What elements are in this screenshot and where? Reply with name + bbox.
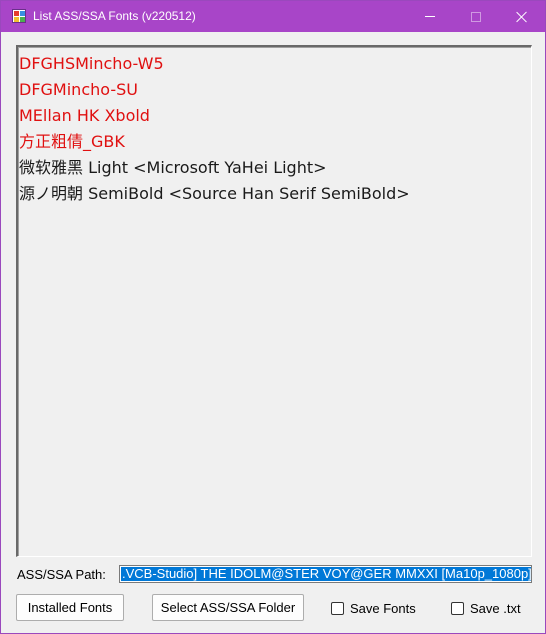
minimize-button[interactable] [407,1,453,32]
save-txt-checkbox-box[interactable] [451,601,464,615]
app-window: List ASS/SSA Fonts (v220512) DFGHSMincho… [0,0,546,634]
font-list-item[interactable]: DFGMincho-SU [19,77,531,103]
installed-fonts-button[interactable]: Installed Fonts [16,594,124,621]
select-folder-label: Select ASS/SSA Folder [160,600,296,615]
font-list-item[interactable]: 源ノ明朝 SemiBold <Source Han Serif SemiBold… [19,181,531,207]
close-icon [516,11,528,23]
save-txt-label: Save .txt [470,600,521,616]
select-folder-button[interactable]: Select ASS/SSA Folder [152,594,304,621]
font-list-item[interactable]: DFGHSMincho-W5 [19,51,531,77]
font-list-item[interactable]: MEllan HK Xbold [19,103,531,129]
minimize-icon [425,16,435,17]
path-input[interactable]: .VCB-Studio] THE IDOLM@STER VOY@GER MMXX… [119,565,532,583]
path-input-selected-text: .VCB-Studio] THE IDOLM@STER VOY@GER MMXX… [121,566,532,581]
font-list: DFGHSMincho-W5 DFGMincho-SU MEllan HK Xbol… [18,47,531,207]
maximize-icon [471,11,481,22]
title-bar[interactable]: List ASS/SSA Fonts (v220512) [1,1,545,32]
font-list-item[interactable]: 微软雅黑 Light <Microsoft YaHei Light> [19,155,531,181]
path-label: ASS/SSA Path: [17,567,106,582]
save-txt-checkbox[interactable]: Save .txt [451,600,521,616]
font-list-item[interactable]: 方正粗倩_GBK [19,129,531,155]
save-fonts-label: Save Fonts [350,600,416,616]
installed-fonts-label: Installed Fonts [27,600,113,615]
maximize-button [453,1,499,32]
font-listbox[interactable]: DFGHSMincho-W5 DFGMincho-SU MEllan HK Xbol… [16,45,532,557]
save-fonts-checkbox[interactable]: Save Fonts [331,600,416,616]
app-icon [12,9,26,23]
window-title: List ASS/SSA Fonts (v220512) [33,9,196,23]
save-fonts-checkbox-box[interactable] [331,601,344,615]
close-button[interactable] [499,1,545,32]
